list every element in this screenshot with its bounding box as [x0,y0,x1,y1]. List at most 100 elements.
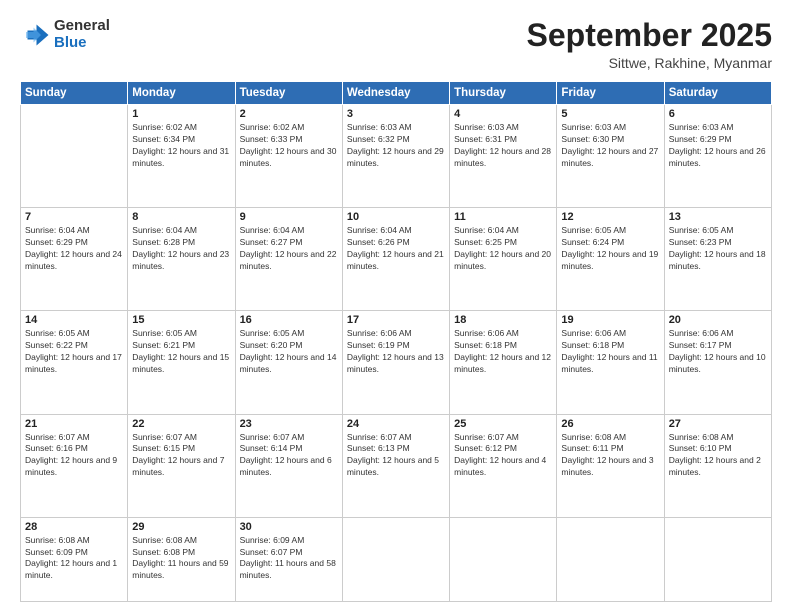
day-info: Sunrise: 6:06 AMSunset: 6:18 PMDaylight:… [561,328,659,376]
page: General Blue September 2025 Sittwe, Rakh… [0,0,792,612]
weekday-saturday: Saturday [664,82,771,105]
day-cell: 21 Sunrise: 6:07 AMSunset: 6:16 PMDayligh… [21,414,128,517]
day-info: Sunrise: 6:02 AMSunset: 6:34 PMDaylight:… [132,122,230,170]
day-number: 14 [25,314,123,326]
day-cell: 13 Sunrise: 6:05 AMSunset: 6:23 PMDayligh… [664,208,771,311]
day-number: 18 [454,314,552,326]
calendar: SundayMondayTuesdayWednesdayThursdayFrid… [20,81,772,602]
weekday-sunday: Sunday [21,82,128,105]
weekday-friday: Friday [557,82,664,105]
day-number: 15 [132,314,230,326]
day-info: Sunrise: 6:07 AMSunset: 6:12 PMDaylight:… [454,432,552,480]
day-cell: 30 Sunrise: 6:09 AMSunset: 6:07 PMDayligh… [235,517,342,601]
day-number: 22 [132,418,230,430]
day-cell: 17 Sunrise: 6:06 AMSunset: 6:19 PMDayligh… [342,311,449,414]
week-row-4: 21 Sunrise: 6:07 AMSunset: 6:16 PMDayligh… [21,414,772,517]
day-number: 10 [347,211,445,223]
week-row-1: 1 Sunrise: 6:02 AMSunset: 6:34 PMDaylight… [21,105,772,208]
day-cell [664,517,771,601]
day-cell: 8Sunrise: 6:04 AMSunset: 6:28 PMDaylight… [128,208,235,311]
day-info: Sunrise: 6:03 AMSunset: 6:31 PMDaylight:… [454,122,552,170]
day-number: 5 [561,108,659,120]
day-cell: 5 Sunrise: 6:03 AMSunset: 6:30 PMDaylight… [557,105,664,208]
day-info: Sunrise: 6:07 AMSunset: 6:13 PMDaylight:… [347,432,445,480]
day-cell: 28 Sunrise: 6:08 AMSunset: 6:09 PMDayligh… [21,517,128,601]
day-cell: 22 Sunrise: 6:07 AMSunset: 6:15 PMDayligh… [128,414,235,517]
day-info: Sunrise: 6:04 AMSunset: 6:25 PMDaylight:… [454,225,552,273]
day-info: Sunrise: 6:08 AMSunset: 6:10 PMDaylight:… [669,432,767,480]
day-number: 8 [132,211,230,223]
day-info: Sunrise: 6:05 AMSunset: 6:24 PMDaylight:… [561,225,659,273]
day-cell: 4 Sunrise: 6:03 AMSunset: 6:31 PMDaylight… [450,105,557,208]
day-info: Sunrise: 6:05 AMSunset: 6:23 PMDaylight:… [669,225,767,273]
day-number: 29 [132,521,230,533]
week-row-2: 7 Sunrise: 6:04 AMSunset: 6:29 PMDaylight… [21,208,772,311]
logo: General Blue [20,18,110,51]
day-cell: 24 Sunrise: 6:07 AMSunset: 6:13 PMDayligh… [342,414,449,517]
weekday-monday: Monday [128,82,235,105]
day-cell [450,517,557,601]
day-number: 24 [347,418,445,430]
day-number: 30 [240,521,338,533]
day-cell: 19Sunrise: 6:06 AMSunset: 6:18 PMDayligh… [557,311,664,414]
day-info: Sunrise: 6:04 AMSunset: 6:27 PMDaylight:… [240,225,338,273]
logo-blue: Blue [54,35,110,52]
day-number: 2 [240,108,338,120]
day-cell [557,517,664,601]
title-block: September 2025 Sittwe, Rakhine, Myanmar [527,18,772,71]
day-number: 11 [454,211,552,223]
day-info: Sunrise: 6:07 AMSunset: 6:16 PMDaylight:… [25,432,123,480]
weekday-thursday: Thursday [450,82,557,105]
day-number: 12 [561,211,659,223]
day-info: Sunrise: 6:03 AMSunset: 6:32 PMDaylight:… [347,122,445,170]
day-cell: 27Sunrise: 6:08 AMSunset: 6:10 PMDayligh… [664,414,771,517]
day-info: Sunrise: 6:03 AMSunset: 6:29 PMDaylight:… [669,122,767,170]
day-cell [342,517,449,601]
day-number: 26 [561,418,659,430]
day-number: 17 [347,314,445,326]
week-row-3: 14 Sunrise: 6:05 AMSunset: 6:22 PMDayligh… [21,311,772,414]
day-cell: 16 Sunrise: 6:05 AMSunset: 6:20 PMDayligh… [235,311,342,414]
logo-text: General Blue [54,18,110,51]
day-number: 1 [132,108,230,120]
day-info: Sunrise: 6:05 AMSunset: 6:20 PMDaylight:… [240,328,338,376]
day-info: Sunrise: 6:03 AMSunset: 6:30 PMDaylight:… [561,122,659,170]
day-number: 16 [240,314,338,326]
day-cell: 15 Sunrise: 6:05 AMSunset: 6:21 PMDayligh… [128,311,235,414]
day-info: Sunrise: 6:09 AMSunset: 6:07 PMDaylight:… [240,535,338,583]
day-cell: 10Sunrise: 6:04 AMSunset: 6:26 PMDayligh… [342,208,449,311]
day-number: 23 [240,418,338,430]
day-cell: 7 Sunrise: 6:04 AMSunset: 6:29 PMDaylight… [21,208,128,311]
day-number: 21 [25,418,123,430]
day-info: Sunrise: 6:04 AMSunset: 6:29 PMDaylight:… [25,225,123,273]
day-cell: 6 Sunrise: 6:03 AMSunset: 6:29 PMDaylight… [664,105,771,208]
day-cell: 12 Sunrise: 6:05 AMSunset: 6:24 PMDayligh… [557,208,664,311]
day-info: Sunrise: 6:07 AMSunset: 6:14 PMDaylight:… [240,432,338,480]
day-cell: 14 Sunrise: 6:05 AMSunset: 6:22 PMDayligh… [21,311,128,414]
day-cell: 25 Sunrise: 6:07 AMSunset: 6:12 PMDayligh… [450,414,557,517]
day-cell [21,105,128,208]
weekday-wednesday: Wednesday [342,82,449,105]
day-info: Sunrise: 6:05 AMSunset: 6:22 PMDaylight:… [25,328,123,376]
day-cell: 26 Sunrise: 6:08 AMSunset: 6:11 PMDayligh… [557,414,664,517]
day-info: Sunrise: 6:06 AMSunset: 6:17 PMDaylight:… [669,328,767,376]
location: Sittwe, Rakhine, Myanmar [527,55,772,71]
day-cell: 23 Sunrise: 6:07 AMSunset: 6:14 PMDayligh… [235,414,342,517]
logo-icon [20,20,50,50]
day-number: 6 [669,108,767,120]
day-cell: 18Sunrise: 6:06 AMSunset: 6:18 PMDayligh… [450,311,557,414]
day-cell: 2Sunrise: 6:02 AMSunset: 6:33 PMDaylight… [235,105,342,208]
day-cell: 3Sunrise: 6:03 AMSunset: 6:32 PMDaylight… [342,105,449,208]
day-info: Sunrise: 6:05 AMSunset: 6:21 PMDaylight:… [132,328,230,376]
header: General Blue September 2025 Sittwe, Rakh… [20,18,772,71]
day-number: 7 [25,211,123,223]
day-info: Sunrise: 6:07 AMSunset: 6:15 PMDaylight:… [132,432,230,480]
day-number: 4 [454,108,552,120]
day-number: 28 [25,521,123,533]
day-cell: 11 Sunrise: 6:04 AMSunset: 6:25 PMDayligh… [450,208,557,311]
day-info: Sunrise: 6:08 AMSunset: 6:11 PMDaylight:… [561,432,659,480]
day-number: 25 [454,418,552,430]
day-info: Sunrise: 6:06 AMSunset: 6:19 PMDaylight:… [347,328,445,376]
day-number: 13 [669,211,767,223]
day-info: Sunrise: 6:08 AMSunset: 6:09 PMDaylight:… [25,535,123,583]
